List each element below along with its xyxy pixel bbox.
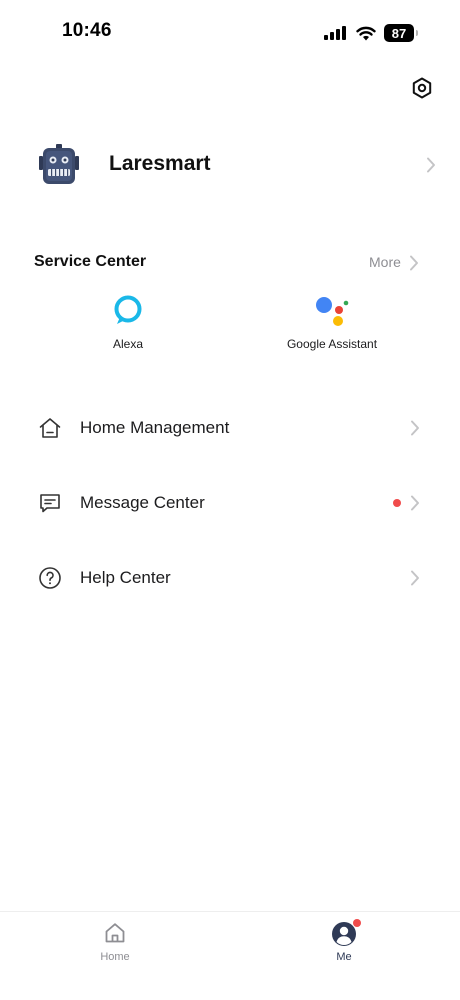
status-time: 10:46 [62,20,112,41]
chevron-right-icon [427,157,435,173]
home-tab-icon [105,923,125,943]
home-icon [39,418,61,438]
service-item-alexa[interactable]: Alexa [53,294,203,354]
profile-name: Laresmart [109,152,211,175]
alexa-icon [114,295,142,324]
help-icon [39,567,61,589]
google-assistant-icon [316,297,349,326]
tab-label: Home [100,951,130,963]
settings-hexagon-icon [412,77,432,99]
service-center-header: Service Center More [0,250,460,276]
signal-icon [324,26,346,40]
message-icon [40,494,60,513]
menu-label: Home Management [80,418,230,437]
service-item-google-assistant[interactable]: Google Assistant [257,294,407,354]
chevron-right-icon [411,420,419,436]
tab-bar: Home Me [0,911,460,1000]
menu-label: Help Center [80,568,171,587]
battery-level: 87 [391,25,407,41]
chevron-right-icon [410,255,418,271]
menu-label: Message Center [80,493,205,512]
service-label: Google Assistant [286,337,378,351]
menu-item-message-center[interactable]: Message Center [0,475,460,531]
more-label: More [369,254,401,270]
status-bar: 10:46 87 [0,0,460,60]
chevron-right-icon [411,495,419,511]
battery-tip [416,30,418,36]
battery-indicator: 87 [384,24,418,42]
menu-item-home-management[interactable]: Home Management [0,400,460,456]
settings-button[interactable] [408,74,436,102]
notification-dot [393,499,401,507]
tab-home[interactable]: Home [55,912,175,972]
service-center-more-link[interactable]: More [366,250,426,276]
robot-avatar [39,144,79,184]
service-label: Alexa [112,337,144,351]
tab-me[interactable]: Me [284,912,404,972]
chevron-right-icon [411,570,419,586]
wifi-icon [356,26,376,40]
status-icons: 87 [324,22,418,44]
menu-item-help-center[interactable]: Help Center [0,550,460,606]
notification-dot [353,919,361,927]
profile-row[interactable]: Laresmart [0,132,460,198]
service-center-title: Service Center [34,253,147,270]
tab-label: Me [336,951,352,963]
